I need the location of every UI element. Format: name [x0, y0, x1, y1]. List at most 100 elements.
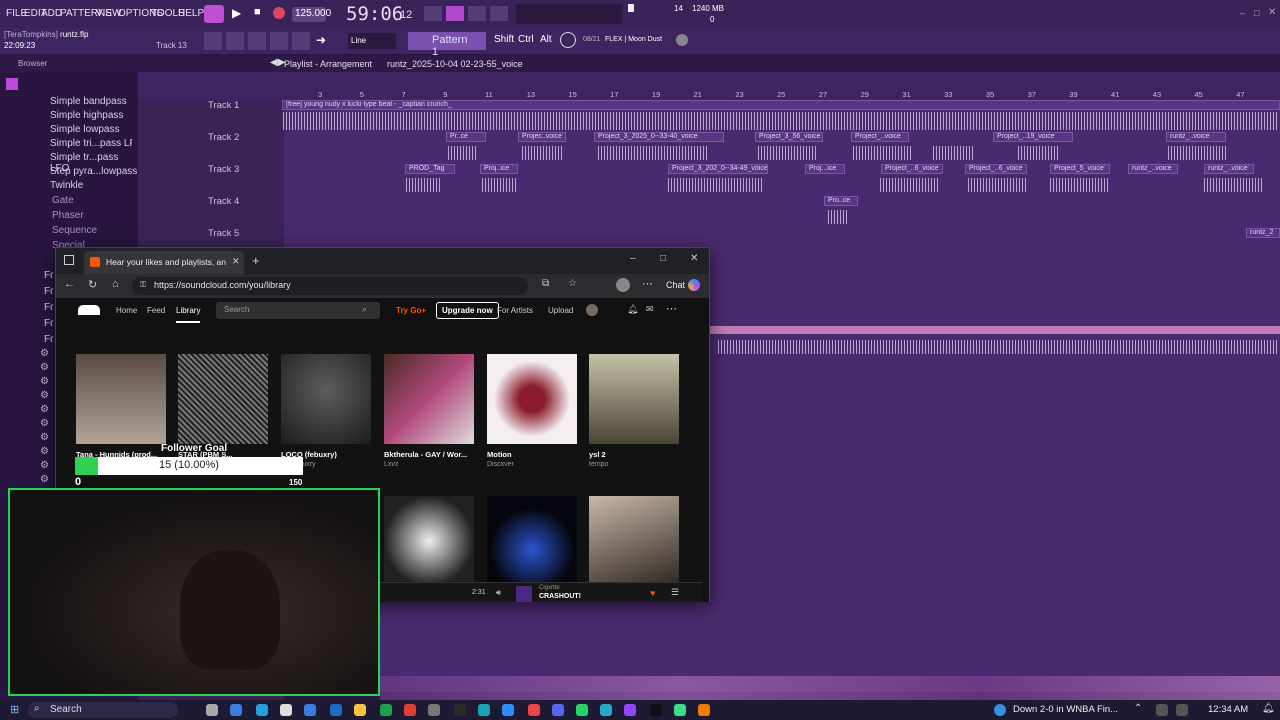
- track-title[interactable]: ysl 2: [589, 450, 679, 459]
- track-artist[interactable]: Lxvz: [384, 461, 474, 468]
- taskbar-clock[interactable]: 12:34 AM: [1208, 704, 1248, 715]
- key-shift[interactable]: Shift: [494, 34, 514, 45]
- search-icon[interactable]: ⌕: [362, 304, 367, 315]
- sidebar-fr-4[interactable]: Fr: [44, 318, 53, 329]
- app-icon[interactable]: [478, 704, 490, 716]
- more-icon[interactable]: ⋯: [666, 302, 677, 315]
- close-icon[interactable]: ✕: [690, 253, 698, 264]
- key-ctrl[interactable]: Ctrl: [518, 34, 534, 45]
- track-label-5[interactable]: Track 5: [208, 228, 239, 239]
- track-artist[interactable]: Discxver: [487, 461, 577, 468]
- track-card[interactable]: ysl 2 tempo: [589, 354, 679, 468]
- online-icon[interactable]: [560, 32, 576, 48]
- clip[interactable]: runtz_..voice: [1204, 164, 1254, 174]
- track-title[interactable]: Bktherula - GAY / Wor...: [384, 450, 474, 459]
- copilot-icon[interactable]: [688, 279, 700, 291]
- twitch-icon[interactable]: [624, 704, 636, 716]
- clip[interactable]: runtz_2: [1246, 228, 1280, 238]
- discord-icon[interactable]: [552, 704, 564, 716]
- globe-icon[interactable]: [676, 34, 688, 46]
- refresh-icon[interactable]: ↻: [88, 278, 97, 291]
- edge-icon[interactable]: [230, 704, 242, 716]
- clip[interactable]: Project_3_2025_0--33-40_voice: [594, 132, 724, 142]
- app-icon[interactable]: [600, 704, 612, 716]
- metronome-icon[interactable]: [424, 6, 442, 21]
- news-headline[interactable]: Down 2-0 in WNBA Fin...: [1013, 704, 1118, 715]
- app-icon[interactable]: [674, 704, 686, 716]
- clip[interactable]: Project_..6_voice: [965, 164, 1027, 174]
- like-icon[interactable]: ♥: [650, 588, 655, 598]
- clip[interactable]: runtz_..voice: [1128, 164, 1178, 174]
- browser-mode-icon[interactable]: [6, 78, 18, 90]
- task-view-icon[interactable]: [206, 704, 218, 716]
- piano-roll-icon[interactable]: [248, 32, 266, 50]
- clip[interactable]: Project_..19_voice: [993, 132, 1073, 142]
- news-title[interactable]: FLEX | Moon Dust: [605, 36, 662, 43]
- url-field[interactable]: ⚿ https://soundcloud.com/you/library: [132, 277, 528, 295]
- app-icon[interactable]: [428, 704, 440, 716]
- arrow-right-icon[interactable]: ➜: [316, 33, 326, 47]
- clip[interactable]: Proj...ice: [805, 164, 845, 174]
- for-artists-link[interactable]: For Artists: [497, 306, 533, 315]
- app-icon[interactable]: [380, 704, 392, 716]
- sidebar-item-tri-lfo-1[interactable]: Simple tri...pass LFO: [50, 138, 132, 149]
- sidebar-fr-5[interactable]: Fr: [44, 334, 53, 345]
- track-title[interactable]: Motion: [487, 450, 577, 459]
- snap-icon[interactable]: [204, 32, 222, 50]
- tab-soundcloud[interactable]: Hear your likes and playlists, and ✕: [84, 251, 244, 274]
- app-icon[interactable]: [528, 704, 540, 716]
- notifications-icon[interactable]: 🔔︎: [627, 304, 638, 315]
- track-card[interactable]: Bktherula - GAY / Wor... Lxvz: [384, 354, 474, 468]
- sidebar-fr-2[interactable]: Fr: [44, 286, 53, 297]
- new-tab-icon[interactable]: +: [252, 253, 260, 268]
- news-icon[interactable]: [994, 704, 1006, 716]
- clip[interactable]: Project_3_202_0--34-49_voice: [668, 164, 768, 174]
- mail-icon[interactable]: [330, 704, 342, 716]
- sidebar-folder-phaser[interactable]: Phaser: [52, 210, 84, 221]
- artwork[interactable]: [487, 354, 577, 444]
- store-icon[interactable]: [304, 704, 316, 716]
- nav-library[interactable]: Library: [176, 306, 201, 323]
- artwork[interactable]: [281, 354, 371, 444]
- start-icon[interactable]: ⊞: [10, 703, 19, 716]
- player-artwork[interactable]: [516, 586, 532, 602]
- tempo-display[interactable]: 125.000: [292, 7, 331, 22]
- clip[interactable]: Project_5_voice: [1050, 164, 1110, 174]
- sidebar-fr-1[interactable]: Fr: [44, 270, 53, 281]
- clip[interactable]: Project_..voice: [851, 132, 909, 142]
- record-icon[interactable]: [273, 7, 285, 19]
- track-label-1[interactable]: Track 1: [208, 100, 239, 111]
- chevron-up-icon[interactable]: ⌃: [1134, 703, 1142, 714]
- tab-actions-icon[interactable]: [64, 255, 74, 265]
- upload-link[interactable]: Upload: [548, 306, 573, 315]
- plugin-icon[interactable]: [292, 32, 310, 50]
- clip[interactable]: Projec..voice: [518, 132, 566, 142]
- track-label-3[interactable]: Track 3: [208, 164, 239, 175]
- play-icon[interactable]: ▶: [232, 6, 241, 20]
- back-icon[interactable]: ←: [64, 278, 75, 290]
- track-label-2[interactable]: Track 2: [208, 132, 239, 143]
- wifi-icon[interactable]: [1176, 704, 1188, 716]
- sidebar-item-lowpass[interactable]: Simple lowpass: [50, 124, 119, 135]
- tab-close-icon[interactable]: ✕: [232, 256, 240, 267]
- countdown-icon[interactable]: [446, 6, 464, 21]
- blend-icon[interactable]: [468, 6, 486, 21]
- home-icon[interactable]: ⌂: [112, 278, 119, 290]
- song-mode-toggle[interactable]: [204, 5, 224, 23]
- snap-select[interactable]: Line: [348, 33, 396, 49]
- artwork[interactable]: [589, 354, 679, 444]
- player-track[interactable]: CRASHOUT!: [539, 593, 581, 600]
- menu-help[interactable]: HELP: [178, 8, 204, 19]
- tiktok-icon[interactable]: [650, 704, 662, 716]
- minimize-icon[interactable]: –: [1240, 8, 1245, 18]
- clip[interactable]: Pr..ce: [446, 132, 486, 142]
- app-icon[interactable]: [502, 704, 514, 716]
- artwork[interactable]: [487, 496, 577, 586]
- browser-icon[interactable]: [256, 704, 268, 716]
- user-avatar[interactable]: [586, 304, 598, 316]
- minimize-icon[interactable]: –: [630, 253, 636, 264]
- maximize-icon[interactable]: □: [1254, 8, 1259, 18]
- artwork[interactable]: [178, 354, 268, 444]
- chat-button[interactable]: Chat: [666, 280, 685, 290]
- sidebar-folder-sequence[interactable]: Sequence: [52, 225, 97, 236]
